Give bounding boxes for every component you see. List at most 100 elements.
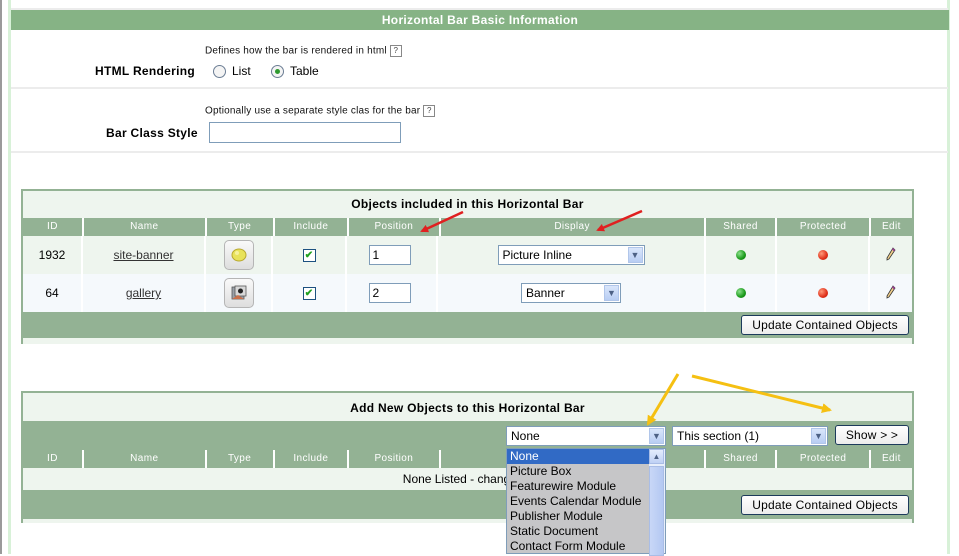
row-edit-cell [870,236,912,274]
section-filter-select[interactable]: This section (1) ▼ [672,426,828,446]
update-contained-objects-button[interactable]: Update Contained Objects [741,315,909,335]
add-objects-panel: Add New Objects to this Horizontal Bar N… [21,391,914,523]
dropdown-option[interactable]: Events Calendar Module [507,494,652,509]
row-name-cell: gallery [83,274,206,312]
pencil-icon[interactable] [886,246,896,264]
object-name-link[interactable]: gallery [126,286,161,300]
row-protected-cell [777,274,870,312]
radio-table[interactable]: Table [271,64,319,78]
object-name-link[interactable]: site-banner [113,248,173,262]
add-objects-title: Add New Objects to this Horizontal Bar [350,401,585,415]
radio-button-icon[interactable] [213,64,226,78]
dropdown-option[interactable]: Contact Form Module [507,539,652,554]
shared-status-icon [735,250,746,260]
bar-class-style-input[interactable] [209,122,401,143]
dropdown-option[interactable]: None [507,449,652,464]
col-name: Name [83,450,205,468]
include-checkbox[interactable]: ✔ [302,248,316,262]
divider [11,87,948,89]
radio-table-label: Table [290,64,319,78]
row-shared-cell [706,274,777,312]
row-include-cell: ✔ [273,274,347,312]
show-button[interactable]: Show > > [835,425,909,445]
col-type: Type [206,450,273,468]
type-filter-value: None [511,429,540,443]
dropdown-option[interactable]: Publisher Module [507,509,652,524]
page-right-border [947,0,950,554]
display-select-value: Banner [526,286,565,300]
table-row: 64 gallery ✔ Banner ▼ [23,274,912,312]
section-filter-value: This section (1) [677,429,760,443]
row-include-cell: ✔ [273,236,347,274]
row-display-cell: Banner ▼ [438,274,706,312]
bar-class-help-text: Optionally use a separate style clas for… [205,105,421,117]
dropdown-option[interactable]: Picture Box [507,464,652,479]
scrollbar-thumb[interactable] [649,466,664,556]
position-input[interactable] [368,245,411,265]
row-id: 1932 [23,236,83,274]
display-select[interactable]: Picture Inline ▼ [497,245,645,265]
radio-list[interactable]: List [213,64,251,78]
row-position-cell [347,236,438,274]
gallery-camera-icon [223,278,254,308]
table-row: 1932 site-banner ✔ Picture Inline ▼ [23,236,912,274]
chevron-down-icon[interactable]: ▼ [649,428,664,444]
col-position: Position [349,218,439,236]
type-filter-select[interactable]: None ▼ [506,426,666,446]
radio-list-label: List [232,64,251,78]
col-protected: Protected [777,218,869,236]
display-select[interactable]: Banner ▼ [521,283,621,303]
chevron-down-icon[interactable]: ▼ [627,247,643,263]
chevron-up-icon[interactable]: ▲ [649,449,664,464]
col-include: Include [274,450,348,468]
add-objects-header: ID Name Type Include Position Display Sh… [23,450,912,468]
chevron-down-icon[interactable]: ▼ [811,428,826,444]
row-type-cell [206,274,273,312]
filter-bar: None ▼ This section (1) ▼ Show > > [23,421,912,450]
help-icon[interactable]: ? [389,45,402,57]
help-icon[interactable]: ? [423,105,436,117]
html-rendering-label: HTML Rendering [95,64,195,78]
col-type: Type [206,218,273,236]
divider [11,151,948,153]
chevron-down-icon[interactable]: ▼ [604,285,619,301]
type-filter-dropdown[interactable]: None Picture Box Featurewire Module Even… [506,448,666,556]
dropdown-option[interactable]: Featurewire Module [507,479,652,494]
row-shared-cell [706,236,777,274]
add-objects-footer: Update Contained Objects [23,490,912,519]
col-id: ID [23,218,82,236]
include-checkbox[interactable]: ✔ [302,286,316,300]
protected-status-icon [817,288,828,298]
window-left-border [0,0,2,554]
pencil-icon[interactable] [886,284,896,302]
picture-box-icon [223,240,254,270]
col-protected: Protected [777,450,869,468]
html-rendering-help: Defines how the bar is rendered in html? [205,45,402,57]
shared-status-icon [735,288,746,298]
col-edit: Edit [870,450,912,468]
row-position-cell [347,274,438,312]
row-display-cell: Picture Inline ▼ [438,236,706,274]
dropdown-option[interactable]: Static Document [507,524,652,539]
row-id: 64 [23,274,83,312]
col-name: Name [83,218,205,236]
html-rendering-help-text: Defines how the bar is rendered in html [205,45,387,57]
update-contained-objects-button[interactable]: Update Contained Objects [741,495,909,515]
position-input[interactable] [368,283,411,303]
dropdown-scrollbar[interactable]: ▲ [649,449,665,556]
included-objects-header: ID Name Type Include Position Display Sh… [23,218,912,236]
col-shared: Shared [705,218,776,236]
display-select-value: Picture Inline [502,248,572,262]
bar-class-style-label: Bar Class Style [106,126,198,140]
row-protected-cell [777,236,870,274]
col-edit: Edit [870,218,912,236]
section-header: Horizontal Bar Basic Information [11,10,949,30]
col-include: Include [274,218,348,236]
row-edit-cell [870,274,912,312]
empty-message: None Listed - change filt [23,468,912,490]
row-name-cell: site-banner [83,236,206,274]
col-shared: Shared [705,450,776,468]
radio-button-selected-icon[interactable] [271,64,284,78]
col-display: Display [440,218,704,236]
included-objects-title: Objects included in this Horizontal Bar [351,197,584,211]
